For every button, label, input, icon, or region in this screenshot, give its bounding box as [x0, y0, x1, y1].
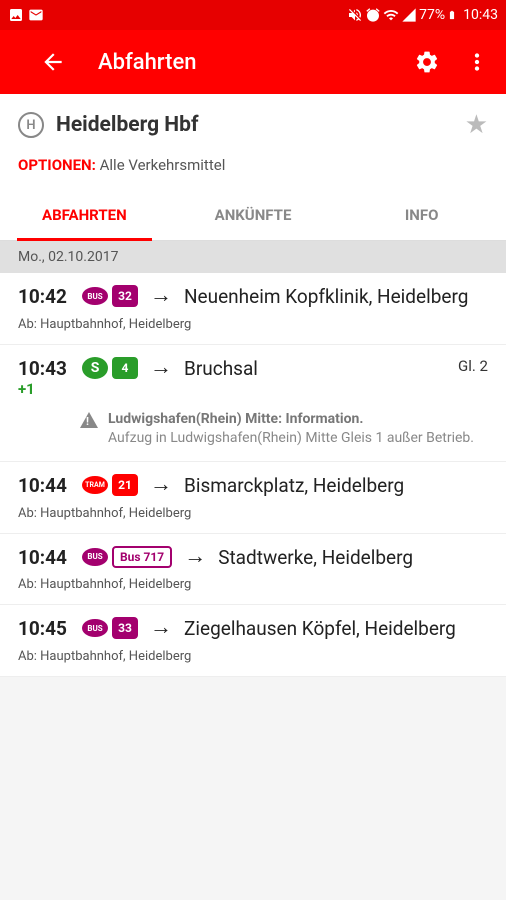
info-text: Ludwigshafen(Rhein) Mitte: Information.A… [108, 410, 474, 449]
transport-mode-badge: BUS [82, 548, 108, 566]
station-name: Heidelberg Hbf [56, 113, 453, 137]
back-button[interactable] [40, 49, 66, 75]
transport-mode-badge: TRAM [82, 476, 108, 494]
station-header: H Heidelberg Hbf ★ [0, 94, 506, 156]
departure-row[interactable]: 10:43+1 S4 → Bruchsal Gl. 2 Ludwigshafen(Rhei… [0, 345, 506, 462]
wifi-icon [383, 7, 399, 23]
page-title: Abfahrten [98, 50, 390, 75]
status-left [8, 7, 44, 23]
tabs: ABFAHRTEN ANKÜNFTE INFO [0, 190, 506, 241]
departure-row[interactable]: 10:42 BUS32 → Neuenheim Kopfklinik, Heidelb… [0, 273, 506, 345]
departure-row[interactable]: 10:44 TRAM21 → Bismarckplatz, Heidelberg Ab:… [0, 462, 506, 534]
destination: Neuenheim Kopfklinik, Heidelberg [184, 285, 488, 309]
image-icon [8, 7, 24, 23]
departure-row[interactable]: 10:44 BUSBus 717 → Stadtwerke, Heidelberg Ab… [0, 534, 506, 606]
arrow-icon: → [150, 617, 172, 639]
transport-mode-badge: BUS [82, 287, 108, 305]
station-type-icon: H [18, 112, 44, 138]
destination: Stadtwerke, Heidelberg [218, 546, 488, 570]
transport-mode-badge: S [82, 357, 108, 379]
status-time: 10:43 [463, 7, 498, 23]
arrow-icon: → [150, 285, 172, 307]
transport-mode-badge: BUS [82, 619, 108, 637]
app-bar: Abfahrten [0, 30, 506, 94]
date-header: Mo., 02.10.2017 [0, 241, 506, 273]
departure-row[interactable]: 10:45 BUS33 → Ziegelhausen Köpfel, Heidelbe… [0, 605, 506, 677]
vibrate-icon [347, 7, 363, 23]
line-badge: Bus 717 [112, 546, 172, 568]
platform: Gl. 2 [458, 357, 488, 375]
battery-icon [447, 7, 457, 23]
line-badge: 21 [112, 474, 138, 496]
tab-departures[interactable]: ABFAHRTEN [0, 190, 169, 240]
signal-icon [401, 7, 417, 23]
line-badge: 4 [112, 357, 138, 379]
destination: Bismarckplatz, Heidelberg [184, 474, 488, 498]
options-label: OPTIONEN: [18, 156, 96, 174]
departure-delay: +1 [18, 380, 74, 398]
battery-percent: 77% [419, 7, 445, 23]
arrow-back-icon [40, 49, 66, 75]
more-vert-icon [464, 49, 490, 75]
settings-button[interactable] [414, 49, 440, 75]
departure-from: Ab: Hauptbahnhof, Heidelberg [18, 577, 488, 592]
arrow-icon: → [150, 357, 172, 379]
more-button[interactable] [464, 49, 490, 75]
departure-time: 10:45 [18, 617, 74, 640]
tab-arrivals[interactable]: ANKÜNFTE [169, 190, 338, 240]
arrow-icon: → [150, 474, 172, 496]
departure-time: 10:42 [18, 285, 74, 308]
mail-icon [28, 7, 44, 23]
line-badge: 33 [112, 617, 138, 639]
destination: Bruchsal [184, 357, 444, 381]
status-bar: 77% 10:43 [0, 0, 506, 30]
departure-time: 10:44 [18, 474, 74, 497]
alarm-icon [365, 7, 381, 23]
favorite-button[interactable]: ★ [465, 110, 488, 140]
destination: Ziegelhausen Köpfel, Heidelberg [184, 617, 488, 641]
options-row[interactable]: OPTIONEN: Alle Verkehrsmittel [0, 156, 506, 190]
departure-from: Ab: Hauptbahnhof, Heidelberg [18, 317, 488, 332]
tab-info[interactable]: INFO [337, 190, 506, 240]
arrow-icon: → [184, 546, 206, 568]
options-value: Alle Verkehrsmittel [100, 156, 226, 174]
departure-time: 10:43 [18, 357, 74, 380]
status-right: 77% 10:43 [347, 7, 498, 23]
departure-from: Ab: Hauptbahnhof, Heidelberg [18, 506, 488, 521]
line-badge: 32 [112, 285, 138, 307]
departure-time: 10:44 [18, 546, 74, 569]
warning-icon [80, 412, 98, 428]
gear-icon [414, 49, 440, 75]
departure-from: Ab: Hauptbahnhof, Heidelberg [18, 649, 488, 664]
departures-list: 10:42BUS32→Neuenheim Kopfklinik, Heidelb… [0, 273, 506, 677]
